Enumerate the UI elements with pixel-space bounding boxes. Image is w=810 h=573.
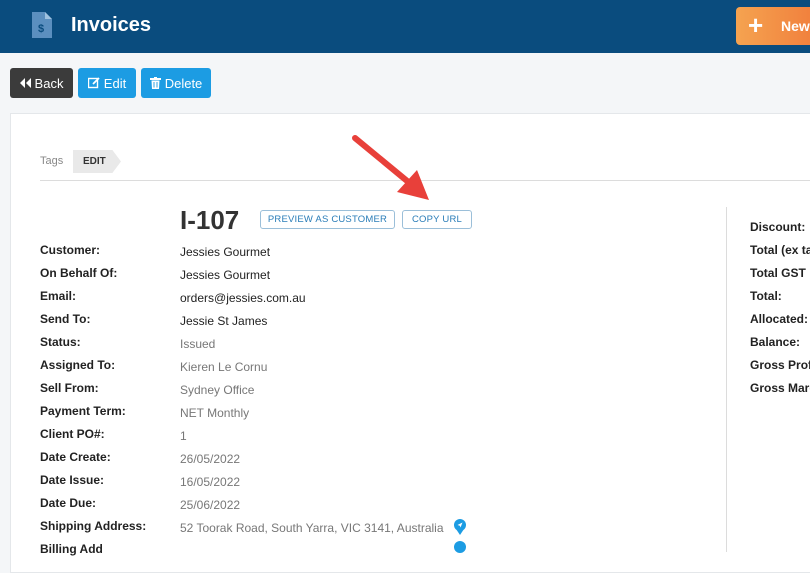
trash-icon	[149, 77, 161, 89]
edit-button-label: Edit	[103, 75, 127, 91]
plus-icon: +	[748, 10, 764, 40]
new-button-label: New	[781, 18, 810, 34]
invoice-number: I-107	[180, 205, 240, 235]
field-value-client-po: 1	[180, 429, 187, 443]
field-label-on-behalf-of: On Behalf Of:	[40, 266, 118, 280]
field-label-assigned-to: Assigned To:	[40, 358, 116, 372]
field-value-sell-from: Sydney Office	[180, 383, 255, 397]
field-label-payment-term: Payment Term:	[40, 404, 126, 418]
field-label-email: Email:	[40, 289, 77, 303]
page-title: Invoices	[71, 14, 152, 36]
field-value-date-due: 25/06/2022	[180, 498, 241, 512]
field-value-status: Issued	[180, 337, 216, 351]
tags-label: Tags	[40, 155, 64, 167]
field-label-status: Status:	[40, 335, 81, 349]
field-value-send-to: Jessie St James	[180, 314, 268, 328]
total-label-allocated: Allocated:	[750, 312, 809, 326]
location-icon[interactable]	[453, 541, 467, 557]
new-invoice-button[interactable]: + New	[736, 7, 810, 45]
field-label-date-issue: Date Issue:	[40, 473, 105, 487]
field-value-assigned-to: Kieren Le Cornu	[180, 360, 268, 374]
field-label-client-po: Client PO#:	[40, 427, 105, 441]
back-button[interactable]: Back	[10, 68, 73, 98]
top-header: $ Invoices + New	[0, 0, 810, 53]
total-label-balance: Balance:	[750, 335, 801, 349]
field-label-billing-address: Billing Add	[40, 542, 103, 556]
copy-url-button[interactable]: COPY URL	[402, 210, 472, 229]
total-label-gross-profit: Gross Prof	[750, 358, 810, 372]
field-value-shipping-address: 52 Toorak Road, South Yarra, VIC 3141, A…	[180, 521, 444, 535]
field-value-date-issue: 16/05/2022	[180, 475, 241, 489]
total-label-discount: Discount:	[750, 220, 806, 234]
field-label-send-to: Send To:	[40, 312, 91, 326]
location-icon[interactable]	[453, 519, 467, 535]
field-label-customer: Customer:	[40, 243, 101, 257]
edit-icon	[87, 77, 100, 89]
back-button-label: Back	[34, 75, 64, 91]
svg-text:$: $	[38, 23, 44, 35]
field-value-payment-term: NET Monthly	[180, 406, 250, 420]
invoice-icon: $	[32, 12, 52, 38]
total-label-total-gst: Total GST	[750, 266, 806, 280]
delete-button[interactable]: Delete	[141, 68, 211, 98]
total-label-gross-margin: Gross Marg	[750, 381, 810, 395]
total-label-total-ex-tax: Total (ex ta	[750, 243, 810, 257]
field-label-date-due: Date Due:	[40, 496, 97, 510]
field-value-date-create: 26/05/2022	[180, 452, 241, 466]
back-icon	[19, 78, 31, 88]
total-label-total: Total:	[750, 289, 782, 303]
preview-as-customer-button[interactable]: PREVIEW AS CUSTOMER	[260, 210, 395, 229]
field-value-email: orders@jessies.com.au	[180, 291, 306, 305]
field-label-date-create: Date Create:	[40, 450, 111, 464]
field-value-customer: Jessies Gourmet	[180, 245, 271, 259]
field-label-sell-from: Sell From:	[40, 381, 99, 395]
delete-button-label: Delete	[164, 75, 203, 91]
divider	[40, 180, 810, 181]
field-label-shipping-address: Shipping Address:	[40, 519, 147, 533]
edit-tags-button[interactable]: EDIT	[73, 150, 121, 173]
edit-button[interactable]: Edit	[78, 68, 136, 98]
invoice-card	[10, 113, 810, 573]
field-value-on-behalf-of: Jessies Gourmet	[180, 268, 271, 282]
column-divider	[726, 207, 727, 552]
